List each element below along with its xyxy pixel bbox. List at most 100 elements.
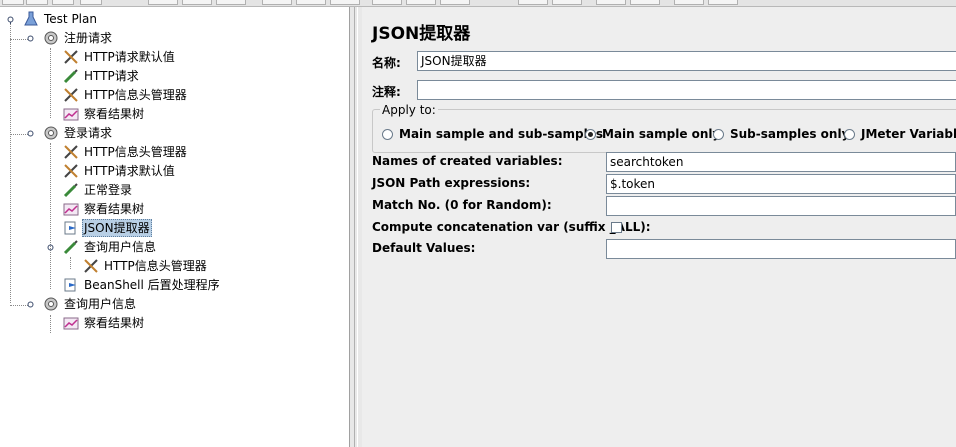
toolbar-button[interactable] — [262, 0, 292, 5]
chart-icon — [62, 200, 80, 218]
tree-node-label: 察看结果树 — [84, 107, 145, 121]
collapse-toggle[interactable] — [46, 243, 55, 252]
concat-checkbox[interactable] — [611, 222, 622, 233]
toolbar-button[interactable] — [596, 0, 626, 5]
tree-node-sampler[interactable]: HTTP请求 — [62, 67, 141, 85]
toolbar-button[interactable] — [708, 0, 738, 5]
toolbar-button[interactable] — [216, 0, 246, 5]
toolbar-button[interactable] — [440, 0, 470, 5]
default-values-field[interactable] — [606, 239, 956, 259]
tree-node-sampler[interactable]: 查询用户信息 — [62, 238, 158, 256]
collapse-toggle[interactable] — [6, 15, 15, 24]
match-no-label: Match No. (0 for Random): — [372, 198, 552, 212]
tree-connector — [50, 143, 51, 289]
tree-node-config[interactable]: HTTP请求默认值 — [62, 48, 177, 66]
tree-node-sampler[interactable]: 正常登录 — [62, 181, 134, 199]
tree-node-label: 正常登录 — [84, 183, 133, 197]
tree-connector — [10, 23, 11, 303]
tree-connector — [70, 257, 71, 269]
toolbar-button[interactable] — [372, 0, 402, 5]
name-field[interactable]: JSON提取器 — [417, 51, 956, 71]
tree-node-listener[interactable]: 察看结果树 — [62, 314, 146, 332]
tree-node-label: Test Plan — [44, 12, 97, 26]
default-values-label: Default Values: — [372, 241, 476, 255]
collapse-toggle[interactable] — [26, 129, 35, 138]
toolbar-button[interactable] — [406, 0, 436, 5]
test-plan-tree: Test Plan 注册请求 HTTP请求默认值 HTTP请求 HTTP信息头管… — [0, 7, 350, 447]
comment-label: 注释: — [372, 85, 401, 99]
radio-dot — [713, 128, 724, 140]
tree-node-thread-group[interactable]: 登录请求 — [42, 124, 114, 142]
tree-node-label: 注册请求 — [64, 31, 113, 45]
radio-main-only[interactable]: Main sample only — [585, 127, 720, 141]
toolbar-button[interactable] — [330, 0, 360, 5]
wrench-icon — [62, 48, 80, 66]
tree-node-thread-group[interactable]: 注册请求 — [42, 29, 114, 47]
tree-node-label: HTTP信息头管理器 — [104, 259, 207, 273]
pane-splitter[interactable] — [350, 7, 362, 447]
tree-node-listener[interactable]: 察看结果树 — [62, 105, 146, 123]
tree-node-label: JSON提取器 — [82, 219, 152, 237]
tree-node-label: HTTP请求 — [84, 69, 139, 83]
comment-field[interactable] — [417, 80, 956, 100]
toolbar-button[interactable] — [182, 0, 212, 5]
tree-node-label: HTTP信息头管理器 — [84, 145, 187, 159]
pipette-icon — [62, 238, 80, 256]
toolbar-button[interactable] — [148, 0, 178, 5]
tree-node-thread-group[interactable]: 查询用户信息 — [42, 295, 138, 313]
gear-icon — [42, 29, 60, 47]
toolbar — [0, 0, 956, 7]
apply-to-title: Apply to: — [380, 103, 438, 117]
radio-label: Main sample and sub-samples — [399, 127, 604, 141]
tree-node-post-processor[interactable]: BeanShell 后置处理程序 — [62, 276, 222, 294]
toolbar-button[interactable] — [674, 0, 704, 5]
json-path-label: JSON Path expressions: — [372, 176, 531, 190]
toolbar-button[interactable] — [552, 0, 582, 5]
pipette-icon — [62, 67, 80, 85]
json-extractor-panel: JSON提取器 名称: JSON提取器 注释: Apply to: Main s… — [362, 7, 956, 447]
toolbar-button[interactable] — [296, 0, 326, 5]
toolbar-button[interactable] — [630, 0, 660, 5]
tree-connector — [50, 315, 51, 333]
match-no-field[interactable] — [606, 196, 956, 216]
radio-dot — [382, 128, 393, 140]
wrench-icon — [62, 143, 80, 161]
wrench-icon — [82, 257, 100, 275]
tree-node-test-plan[interactable]: Test Plan — [22, 10, 99, 28]
toolbar-button[interactable] — [80, 0, 102, 5]
toolbar-button[interactable] — [518, 0, 548, 5]
tree-node-label: 查询用户信息 — [84, 240, 157, 254]
radio-label: Main sample only — [602, 127, 721, 141]
tree-node-listener[interactable]: 察看结果树 — [62, 200, 146, 218]
tree-node-label: 登录请求 — [64, 126, 113, 140]
toolbar-button[interactable] — [26, 0, 48, 5]
tree-node-label: HTTP信息头管理器 — [84, 88, 187, 102]
flask-icon — [22, 10, 40, 28]
radio-jmeter-variable[interactable]: JMeter Variable N — [844, 127, 956, 141]
tree-node-json-extractor[interactable]: JSON提取器 — [62, 219, 152, 237]
splitter-grip — [357, 7, 358, 447]
tree-node-label: HTTP请求默认值 — [84, 164, 175, 178]
collapse-toggle[interactable] — [26, 34, 35, 43]
json-path-field[interactable]: $.token — [606, 174, 956, 194]
tree-node-label: 察看结果树 — [84, 202, 145, 216]
tree-node-label: 查询用户信息 — [64, 297, 137, 311]
toolbar-button[interactable] — [52, 0, 74, 5]
radio-main-and-sub[interactable]: Main sample and sub-samples — [382, 127, 603, 141]
splitter-grip — [354, 7, 355, 447]
tree-node-config[interactable]: HTTP信息头管理器 — [62, 86, 189, 104]
collapse-toggle[interactable] — [26, 300, 35, 309]
tree-node-config[interactable]: HTTP信息头管理器 — [62, 143, 189, 161]
radio-dot-selected — [585, 128, 596, 140]
tree-node-label: 察看结果树 — [84, 316, 145, 330]
tree-node-config[interactable]: HTTP请求默认值 — [62, 162, 177, 180]
pipette-icon — [62, 181, 80, 199]
radio-sub-only[interactable]: Sub-samples only — [713, 127, 849, 141]
toolbar-button[interactable] — [2, 0, 24, 5]
wrench-icon — [62, 162, 80, 180]
radio-label: JMeter Variable N — [861, 127, 956, 141]
panel-title: JSON提取器 — [372, 24, 471, 44]
tree-connector — [50, 48, 51, 118]
var-names-field[interactable]: searchtoken — [606, 152, 956, 172]
tree-node-config[interactable]: HTTP信息头管理器 — [82, 257, 209, 275]
